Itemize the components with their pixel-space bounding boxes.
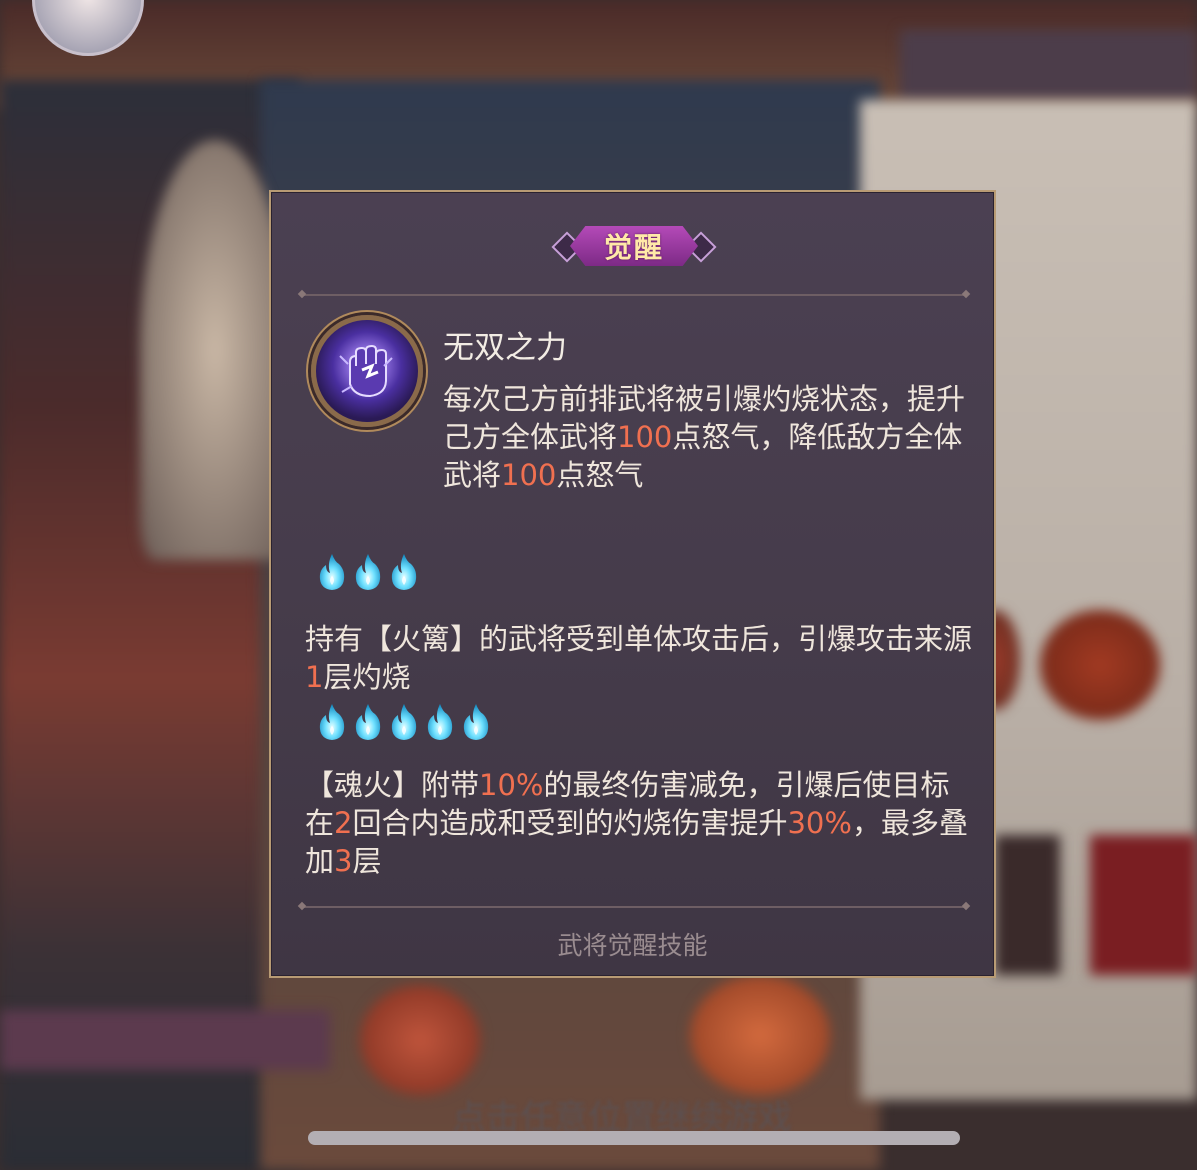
blue-soul-flame-icon xyxy=(389,552,419,592)
blue-soul-flame-icon xyxy=(353,702,383,742)
bottom-divider xyxy=(303,906,965,908)
tier1-flames xyxy=(317,552,419,592)
home-indicator[interactable] xyxy=(308,1131,960,1145)
blue-soul-flame-icon xyxy=(317,552,347,592)
badge-label: 觉醒 xyxy=(603,231,664,264)
skill-name: 无双之力 xyxy=(443,330,567,366)
blue-soul-flame-icon xyxy=(425,702,455,742)
tier1-description: 持有【火篱】的武将受到单体攻击后，引爆攻击来源1层灼烧 xyxy=(305,622,973,694)
awakening-badge: 觉醒 xyxy=(551,222,717,272)
skill-description: 每次己方前排武将被引爆灼烧状态，提升己方全体武将100点怒气，降低敌方全体武将1… xyxy=(443,382,966,492)
blue-soul-flame-icon xyxy=(389,702,419,742)
blue-soul-flame-icon xyxy=(461,702,491,742)
top-divider xyxy=(303,294,965,296)
footer-label: 武将觉醒技能 xyxy=(557,931,708,960)
blue-soul-flame-icon xyxy=(317,702,347,742)
tier2-flames xyxy=(317,702,491,742)
tier2-description: 【魂火】附带10%的最终伤害减免，引爆后使目标在2回合内造成和受到的灼烧伤害提升… xyxy=(305,768,968,878)
awakening-skill-dialog: 觉醒 无双之力 每次己方前排武将被引爆灼烧状态，提升己方全体武将100点怒气，降… xyxy=(269,190,996,978)
fist-lightning-icon xyxy=(311,315,423,427)
blue-soul-flame-icon xyxy=(353,552,383,592)
